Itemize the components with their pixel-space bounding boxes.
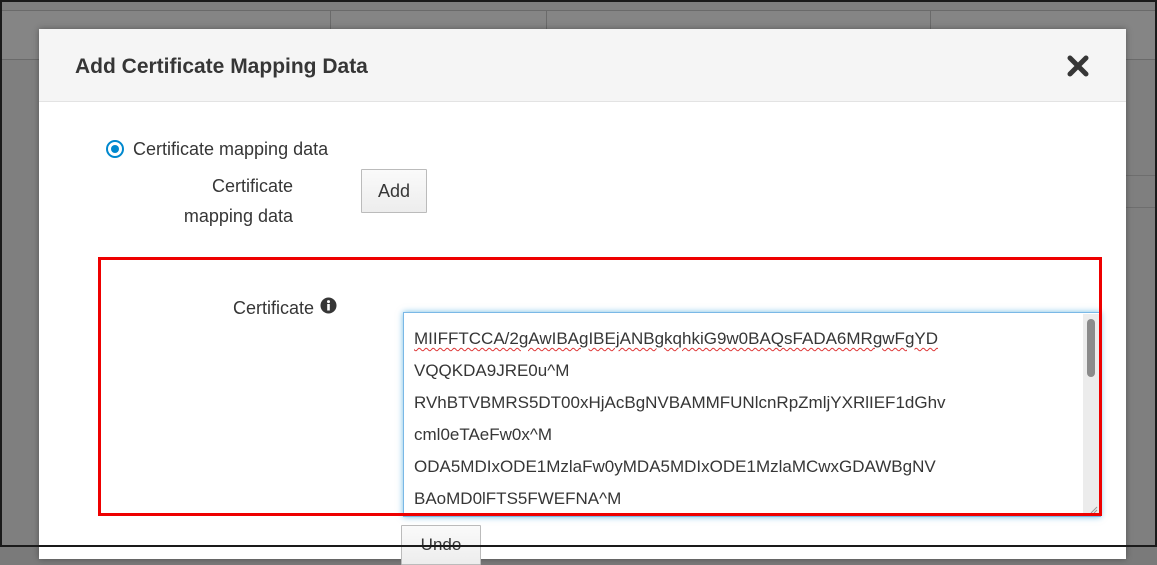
undo-button[interactable]: Undo [401,525,481,565]
backdrop-line [1126,207,1157,208]
certificate-mapping-data-label: Certificate mapping data [183,176,293,226]
dialog-title: Add Certificate Mapping Data [75,55,368,78]
certificate-mapping-data-option[interactable]: Certificate mapping data [106,137,328,161]
radio-button-selected[interactable] [106,140,124,158]
backdrop-line [1126,175,1157,176]
highlight-frame [98,257,1102,516]
close-button[interactable] [1065,53,1091,79]
radio-label: Certificate mapping data [133,138,329,159]
add-button[interactable]: Add [361,169,427,213]
dialog-header: Add Certificate Mapping Data [39,29,1126,102]
close-icon [1067,55,1089,77]
